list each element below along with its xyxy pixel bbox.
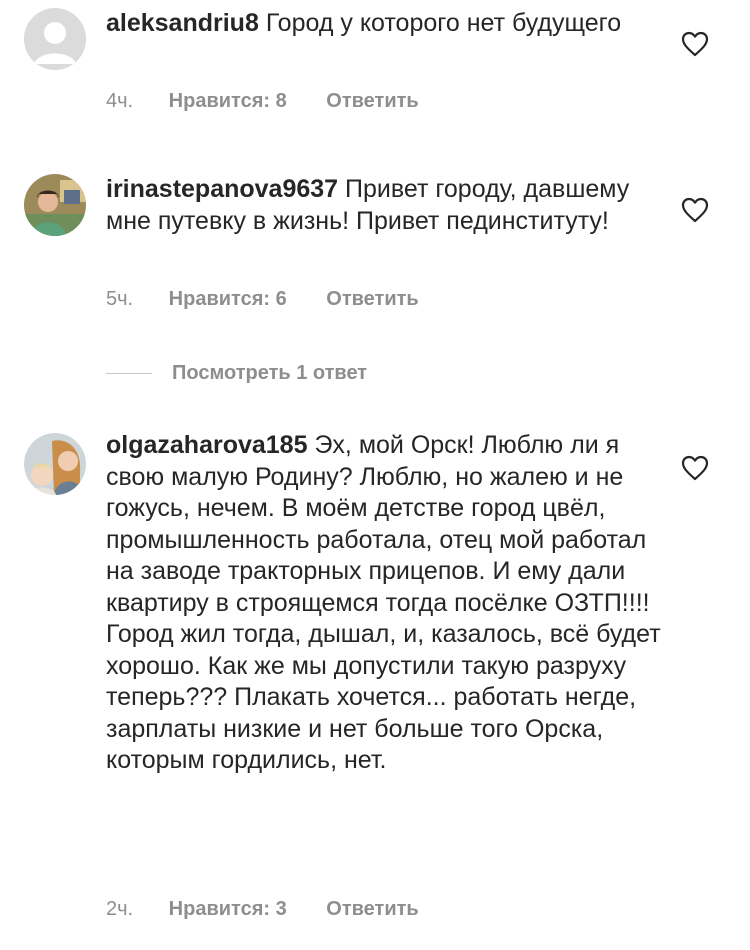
comment-body: Эх, мой Орск! Люблю ли я свою малую Роди… [106, 431, 661, 774]
likes-count[interactable]: Нравится: 8 [169, 90, 287, 112]
reply-button[interactable]: Ответить [326, 288, 418, 310]
person-silhouette-icon [24, 8, 86, 70]
comment-text: olgazaharova185 Эх, мой Орск! Люблю ли я… [106, 430, 666, 777]
comment-meta: 2ч. Нравится: 3 Ответить [106, 898, 419, 921]
user-photo-icon [24, 174, 86, 236]
comment-username[interactable]: olgazaharova185 [106, 431, 308, 459]
comment-time: 4ч. [106, 90, 134, 112]
divider-line [106, 372, 152, 374]
comment-body: Город у которого нет будущего [265, 9, 622, 37]
comment-time: 2ч. [106, 898, 134, 920]
reply-button[interactable]: Ответить [326, 90, 418, 112]
comment-text: aleksandriu8 Город у которого нет будуще… [106, 8, 666, 40]
likes-count[interactable]: Нравится: 3 [169, 898, 287, 920]
likes-count[interactable]: Нравится: 6 [169, 288, 287, 310]
comment-meta: 4ч. Нравится: 8 Ответить [106, 90, 419, 113]
comment-username[interactable]: aleksandriu8 [106, 9, 259, 37]
heart-icon[interactable] [681, 197, 709, 223]
heart-icon[interactable] [681, 31, 709, 57]
heart-icon[interactable] [681, 455, 709, 481]
view-replies-label: Посмотреть 1 ответ [172, 361, 368, 384]
comment-username[interactable]: irinastepanova9637 [106, 175, 338, 203]
user-photo-icon [24, 433, 86, 495]
avatar[interactable] [24, 8, 86, 70]
avatar[interactable] [24, 174, 86, 236]
comment-text: irinastepanova9637 Привет городу, давшем… [106, 174, 666, 237]
avatar[interactable] [24, 433, 86, 495]
comment-meta: 5ч. Нравится: 6 Ответить [106, 288, 419, 311]
comment-time: 5ч. [106, 288, 134, 310]
view-replies-button[interactable]: Посмотреть 1 ответ [106, 360, 367, 386]
reply-button[interactable]: Ответить [326, 898, 418, 920]
